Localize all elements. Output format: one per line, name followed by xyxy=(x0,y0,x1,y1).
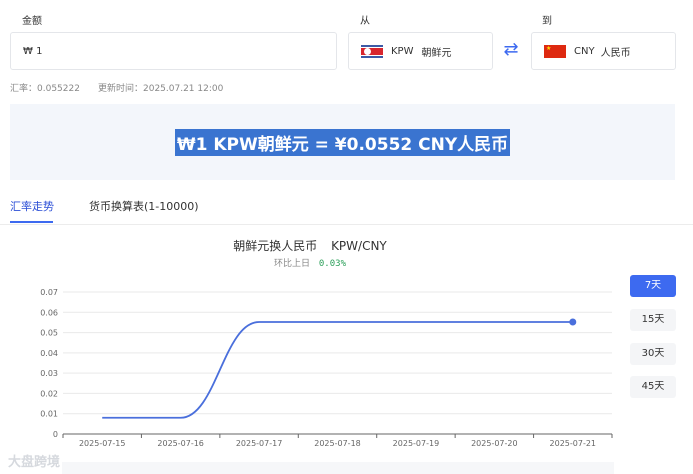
last-data-point xyxy=(569,318,577,326)
y-tick-label: 0.06 xyxy=(40,308,58,317)
x-tick-label: 2025-07-18 xyxy=(314,439,361,448)
y-tick-label: 0.03 xyxy=(40,369,58,378)
x-tick-label: 2025-07-17 xyxy=(236,439,283,448)
x-tick-label: 2025-07-21 xyxy=(550,439,597,448)
y-tick-label: 0 xyxy=(53,430,58,439)
y-tick-label: 0.07 xyxy=(40,288,58,297)
bottom-strip xyxy=(62,462,614,474)
x-tick-label: 2025-07-16 xyxy=(157,439,204,448)
range-15-days-button[interactable]: 15天 xyxy=(630,309,676,331)
range-30-days-button[interactable]: 30天 xyxy=(630,343,676,365)
rate-line-chart: 0 0.01 0.02 0.03 0.04 0.05 0.06 0.07 2025-07-15 2… xyxy=(40,288,613,448)
y-tick-label: 0.04 xyxy=(40,349,58,358)
series-line xyxy=(102,321,573,419)
y-tick-label: 0.01 xyxy=(40,410,58,419)
x-tick-label: 2025-07-15 xyxy=(79,439,126,448)
watermark: 大盘跨境 xyxy=(8,455,61,470)
x-tick-label: 2025-07-19 xyxy=(393,439,440,448)
y-tick-label: 0.05 xyxy=(40,329,58,338)
range-45-days-button[interactable]: 45天 xyxy=(630,376,676,398)
y-tick-label: 0.02 xyxy=(40,389,58,398)
x-tick-label: 2025-07-20 xyxy=(471,439,518,448)
range-7-days-button[interactable]: 7天 xyxy=(630,275,676,297)
